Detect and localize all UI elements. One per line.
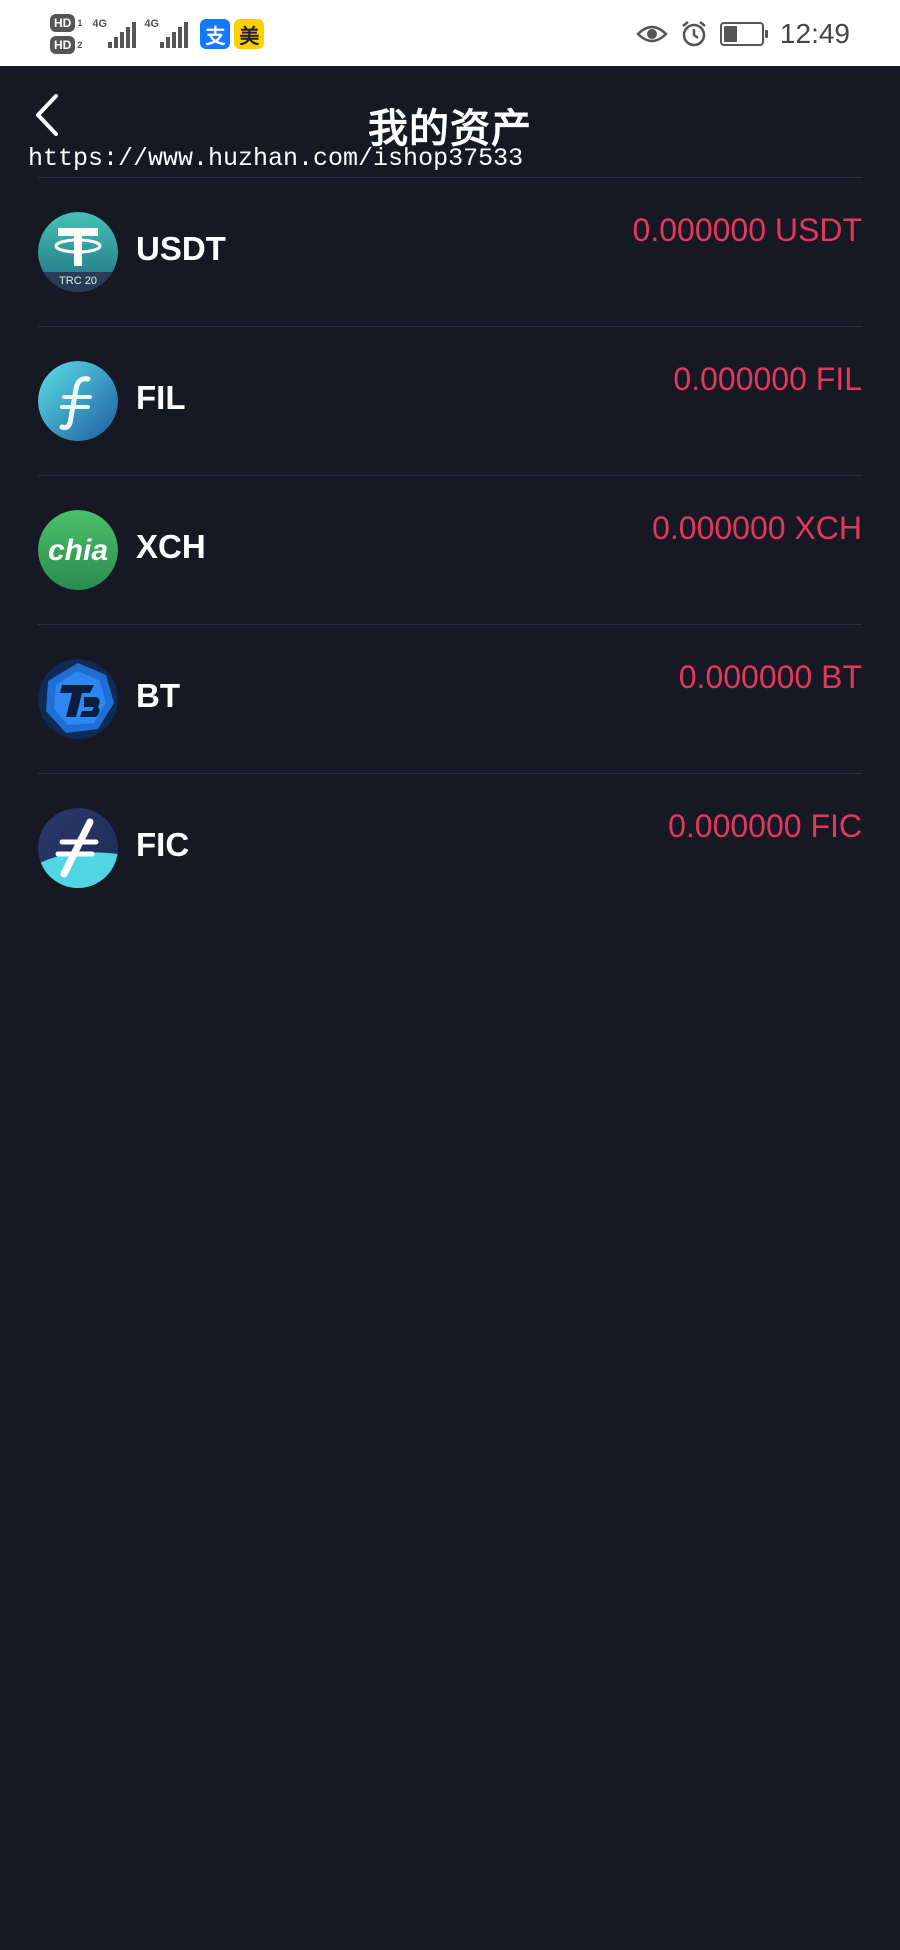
status-bar: HD 1 HD 2 4G 4G 支 美 12:49	[0, 0, 900, 66]
balance-value: 0.000000	[678, 659, 813, 695]
coin-symbol: XCH	[136, 528, 206, 565]
usdt-trc20-icon: TRC 20	[38, 212, 118, 292]
signal-icon-sim1: 4G	[92, 18, 137, 48]
coin-symbol: FIC	[136, 826, 190, 863]
balance-value: 0.000000	[673, 361, 807, 397]
signal-bars	[160, 20, 189, 48]
asset-row-xch[interactable]: chia XCH 0.000000 XCH	[0, 476, 900, 625]
hd-badge: HD	[50, 36, 76, 54]
asset-row-fil[interactable]: FIL 0.000000 FIL	[0, 327, 900, 476]
status-bar-right: 12:49	[636, 10, 850, 58]
coin-balance: 0.000000 XCH	[652, 510, 862, 547]
chia-icon: chia	[38, 510, 118, 590]
coin-balance: 0.000000 FIL	[673, 361, 862, 398]
network-type: 4G	[92, 18, 108, 30]
hd-badge: HD	[50, 14, 76, 32]
battery-level	[723, 26, 737, 42]
bt-icon	[38, 659, 118, 739]
clock: 12:49	[779, 18, 850, 49]
hd-indicators: HD 1 HD 2	[50, 14, 82, 54]
hd-indicator-1: HD 1	[50, 14, 82, 32]
fic-icon	[38, 808, 118, 888]
signal-bars	[108, 20, 137, 48]
filecoin-icon	[38, 361, 118, 441]
coin-symbol: USDT	[136, 230, 226, 267]
signal-icon-sim2: 4G	[144, 18, 189, 48]
asset-list: TRC 20 USDT 0.000000 USDT FIL 0.000000 F…	[0, 178, 900, 923]
alarm-clock-icon	[682, 21, 706, 47]
meituan-notification-icon: 美	[234, 19, 265, 49]
page-header: 我的资产 https://www.huzhan.com/ishop37533	[0, 66, 900, 176]
coin-symbol: BT	[136, 677, 180, 714]
balance-unit: XCH	[794, 510, 862, 546]
network-type: 4G	[144, 18, 160, 30]
watermark-url: https://www.huzhan.com/ishop37533	[28, 144, 524, 173]
balance-value: 0.000000	[668, 808, 802, 844]
asset-row-fic[interactable]: FIC 0.000000 FIC	[0, 774, 900, 923]
coin-symbol: FIL	[136, 379, 186, 416]
balance-value: 0.000000	[632, 212, 766, 248]
status-bar-left: HD 1 HD 2 4G 4G 支 美	[50, 10, 265, 58]
balance-unit: FIC	[810, 808, 862, 844]
coin-balance: 0.000000 BT	[679, 659, 862, 696]
eye-icon	[636, 25, 668, 43]
balance-unit: USDT	[774, 212, 862, 248]
asset-row-usdt[interactable]: TRC 20 USDT 0.000000 USDT	[0, 178, 900, 327]
balance-unit: BT	[821, 659, 862, 695]
alipay-notification-icon: 支	[200, 19, 231, 49]
coin-balance: 0.000000 FIC	[668, 808, 862, 845]
hd-sim-number: 2	[77, 40, 83, 50]
balance-unit: FIL	[815, 361, 862, 397]
chia-logo-wordmark: chia	[48, 534, 108, 567]
usdt-logo-label: TRC 20	[59, 275, 97, 287]
asset-row-bt[interactable]: BT 0.000000 BT	[0, 625, 900, 774]
hd-sim-number: 1	[77, 18, 83, 28]
hd-indicator-2: HD 2	[50, 36, 82, 54]
coin-balance: 0.000000 USDT	[633, 212, 862, 249]
balance-value: 0.000000	[652, 510, 786, 546]
battery-icon	[719, 22, 768, 46]
